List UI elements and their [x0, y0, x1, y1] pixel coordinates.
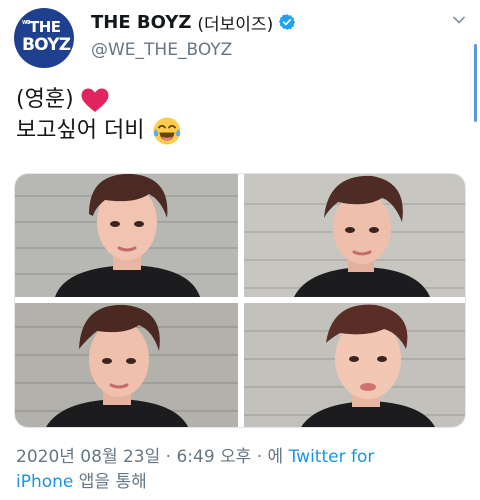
tweet-line-1: (영훈): [16, 84, 456, 115]
scrollbar[interactable]: [474, 44, 477, 122]
handle[interactable]: @WE_THE_BOYZ: [91, 40, 232, 60]
source-suffix: 앱을 통해: [78, 472, 147, 492]
tweet-line-2: 보고싶어 더비: [16, 115, 456, 146]
tweet-line-1-text: (영훈): [16, 87, 74, 112]
display-name-korean[interactable]: (더보이즈): [197, 10, 273, 35]
tweet-line-2-text: 보고싶어 더비: [16, 118, 145, 143]
avatar-logo-bottom: BOYZ: [22, 35, 71, 55]
chevron-down-icon[interactable]: [451, 12, 467, 28]
tweet-header: WETHE BOYZ THE BOYZ (더보이즈) @WE_THE_BOYZ: [14, 6, 466, 70]
name-row[interactable]: THE BOYZ (더보이즈): [91, 10, 296, 35]
photo-2[interactable]: [244, 174, 465, 297]
heart-icon: [81, 88, 109, 112]
avatar-logo: WETHE: [22, 18, 61, 36]
source-link-part-2[interactable]: iPhone: [16, 472, 73, 492]
display-name[interactable]: THE BOYZ: [91, 12, 191, 33]
tweet-timestamp[interactable]: 2020년 08월 23일 · 6:49 오후 · 에: [16, 447, 283, 467]
tweet-text: (영훈) 보고싶어 더비: [16, 84, 456, 146]
avatar[interactable]: WETHE BOYZ: [14, 8, 74, 68]
verified-icon: [279, 14, 296, 30]
media-grid: [14, 173, 466, 428]
photo-3[interactable]: [15, 303, 238, 427]
photo-4[interactable]: [244, 303, 465, 427]
photo-1[interactable]: [15, 174, 238, 297]
source-link-part-1[interactable]: Twitter for: [289, 447, 375, 467]
tweet-meta: 2020년 08월 23일 · 6:49 오후 · 에 Twitter for …: [16, 445, 466, 495]
laugh-icon: [153, 117, 181, 144]
